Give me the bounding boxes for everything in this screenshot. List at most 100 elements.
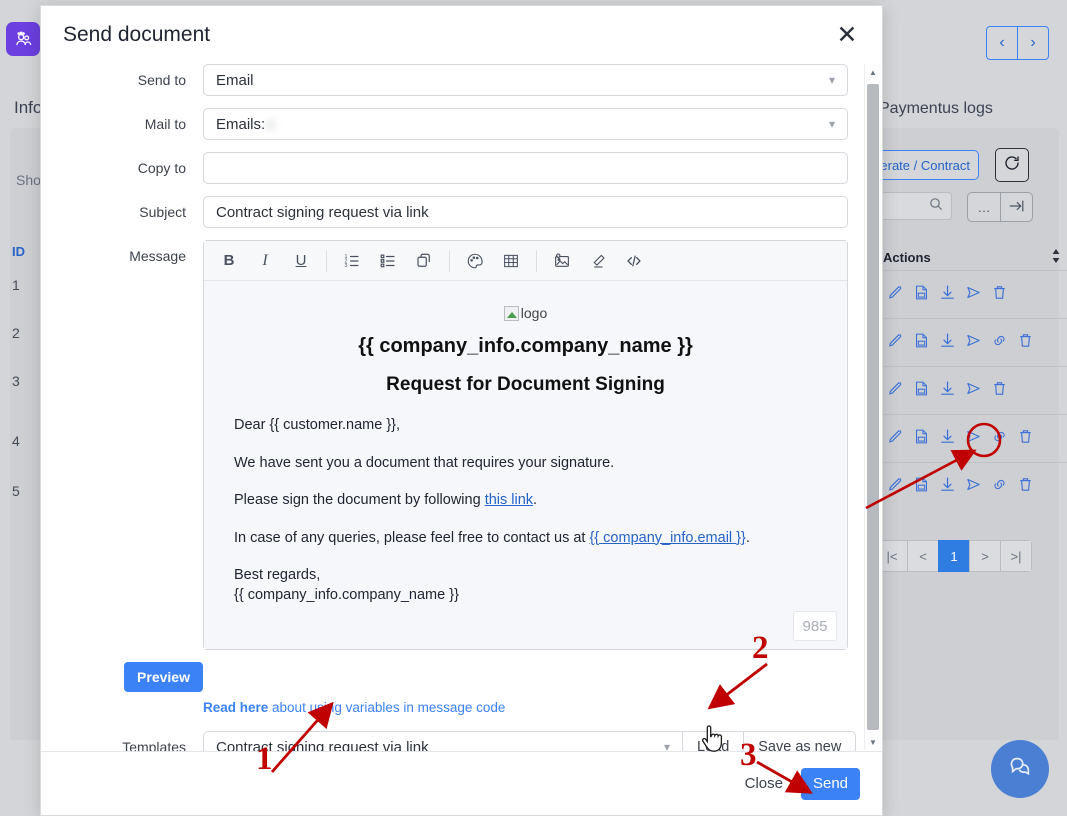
character-count: 985 [793,611,837,641]
copy-icon[interactable] [407,246,441,276]
link-icon[interactable] [991,476,1008,498]
pagination-prev[interactable]: < [907,540,939,572]
table-row [877,270,1067,318]
color-palette-icon[interactable] [458,246,492,276]
right-panel: ‹ › Paymentus logs erate / Contract … Ac… [847,0,1067,816]
edit-icon[interactable] [887,332,904,354]
download-icon[interactable] [939,428,956,450]
expand-button[interactable] [1000,193,1032,221]
pagination-next[interactable]: > [969,540,1001,572]
close-button[interactable]: Close [745,775,783,792]
bold-icon[interactable]: B [212,246,246,276]
preview-button[interactable]: Preview [124,662,203,692]
toolbar-divider [536,249,537,272]
pagination-page-1[interactable]: 1 [938,540,970,572]
delete-icon[interactable] [991,284,1008,306]
pdf-icon[interactable] [913,476,930,498]
delete-icon[interactable] [1017,332,1034,354]
broken-image-icon [503,306,519,321]
delete-icon[interactable] [1017,428,1034,450]
underline-icon[interactable]: U [284,246,318,276]
app-logo-icon[interactable] [6,22,40,56]
pdf-icon[interactable] [913,428,930,450]
mail-to-select[interactable]: Emails: c ▾ [203,108,848,140]
toolbar-divider [326,249,327,272]
send-icon[interactable] [965,380,982,402]
subject-input[interactable]: Contract signing request via link [203,196,848,228]
pdf-icon[interactable] [913,332,930,354]
table-row [877,462,1067,510]
scroll-down-arrow[interactable]: ▼ [865,734,881,750]
company-email-link[interactable]: {{ company_info.email }} [589,530,745,546]
actions-label: Actions [883,249,931,265]
scroll-up-arrow[interactable]: ▲ [865,64,881,80]
sort-icon[interactable] [1051,248,1061,267]
delete-icon[interactable] [1017,476,1034,498]
email-line-1: We have sent you a document that require… [234,454,615,471]
send-icon[interactable] [965,428,982,450]
variables-help-link[interactable]: Read here about using variables in messa… [203,700,860,715]
download-icon[interactable] [939,284,956,306]
annotation-number-2: 2 [752,630,769,666]
send-to-select[interactable]: Email ▾ [203,64,848,96]
toolbar-divider [449,249,450,272]
copy-to-input[interactable] [203,152,848,184]
send-button[interactable]: Send [801,767,860,800]
download-icon[interactable] [939,380,956,402]
table-row [877,414,1067,462]
table-icon[interactable] [494,246,528,276]
copy-to-label: Copy to [137,160,186,176]
pagination: |< < 1 > >| [877,540,1032,572]
bullet-list-icon[interactable] [371,246,405,276]
scrollbar-thumb[interactable] [867,84,879,730]
email-greeting: Dear {{ customer.name }}, [234,417,401,433]
chat-bubble-icon [1007,753,1034,785]
save-as-new-button[interactable]: Save as new [744,731,857,751]
logo-alt-text: logo [520,305,548,321]
more-options-button[interactable]: … [968,193,1000,221]
send-icon[interactable] [965,284,982,306]
edit-icon[interactable] [887,428,904,450]
pdf-icon[interactable] [913,380,930,402]
email-line-2: Please sign the document by following th… [234,491,817,511]
message-editor[interactable]: B I U 123 logo {{company_info.company_n… [203,240,848,650]
showing-text: Sho [16,172,41,188]
refresh-button[interactable] [995,148,1029,182]
dialog-scrollbar[interactable]: ▲ ▼ [864,64,881,750]
nav-next-button[interactable]: › [1017,26,1049,60]
templates-select[interactable]: Contract signing request via link ▾ [203,731,683,751]
edit-icon[interactable] [887,476,904,498]
pdf-icon[interactable] [913,284,930,306]
field-send-to: Send to Email ▾ [41,64,860,96]
close-icon[interactable]: ✕ [830,18,864,52]
pagination-last[interactable]: >| [1000,540,1032,572]
italic-icon[interactable]: I [248,246,282,276]
code-icon[interactable] [617,246,651,276]
download-icon[interactable] [939,332,956,354]
column-header-id[interactable]: ID [12,244,25,259]
field-copy-to: Copy to [41,152,860,184]
email-company-name: {{ company_info.company_name }} [358,335,693,357]
nav-prev-button[interactable]: ‹ [986,26,1018,60]
edit-icon[interactable] [887,380,904,402]
send-icon[interactable] [965,332,982,354]
send-icon[interactable] [965,476,982,498]
mail-to-value: c [267,115,275,133]
message-label: Message [129,248,186,264]
link-icon[interactable] [991,428,1008,450]
email-signoff-text: Best regards, [234,567,321,584]
this-link[interactable]: this link [485,492,533,508]
link-icon[interactable] [991,332,1008,354]
eraser-icon[interactable] [581,246,615,276]
download-icon[interactable] [939,476,956,498]
chevron-down-icon: ▾ [828,73,835,87]
edit-icon[interactable] [887,284,904,306]
field-mail-to: Mail to Emails: c ▾ [41,108,860,140]
chat-button[interactable] [991,740,1049,798]
subject-value: Contract signing request via link [216,203,429,221]
delete-icon[interactable] [991,380,1008,402]
column-header-actions[interactable]: Actions [883,244,1061,270]
ordered-list-icon[interactable]: 123 [335,246,369,276]
insert-image-icon[interactable] [545,246,579,276]
email-preview[interactable]: logo {{ company_info.company_name }} Req… [204,281,847,649]
